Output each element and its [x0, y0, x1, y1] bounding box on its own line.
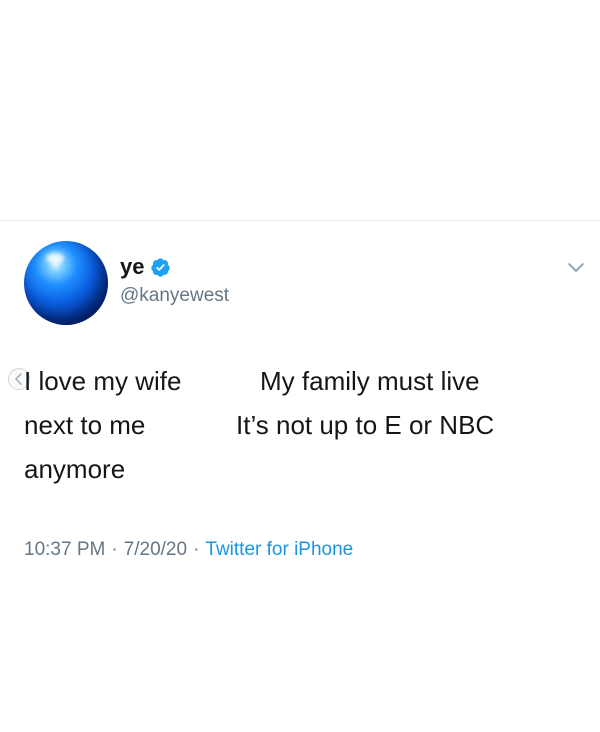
- handle[interactable]: @kanyewest: [120, 285, 229, 307]
- tweet-text-fragment: It’s not up to E or NBC: [236, 410, 495, 440]
- tweet-meta: 10:37 PM · 7/20/20 · Twitter for iPhone: [24, 539, 353, 561]
- meta-separator: ·: [111, 539, 118, 560]
- display-name[interactable]: ye: [120, 254, 144, 280]
- tweet-line: next to me It’s not up to E or NBC: [24, 403, 584, 447]
- tweet-line: anymore: [24, 447, 584, 491]
- tweet-text-fragment: My family must live: [260, 366, 480, 396]
- tweet-source-link[interactable]: Twitter for iPhone: [205, 539, 353, 561]
- meta-separator: ·: [193, 539, 200, 560]
- top-blank-area: [0, 0, 600, 220]
- tweet-time[interactable]: 10:37 PM: [24, 539, 105, 561]
- tweet-date[interactable]: 7/20/20: [124, 539, 187, 561]
- tweet-text-fragment: next to me: [24, 410, 146, 440]
- verified-icon: [151, 257, 171, 277]
- tweet-text: I love my wife My family must live next …: [24, 359, 584, 491]
- tweet-text-fragment: anymore: [24, 454, 126, 484]
- avatar[interactable]: [24, 241, 108, 325]
- tweet-line: I love my wife My family must live: [24, 359, 584, 403]
- tweet-card: ye @kanyewest I love my wife My family m…: [0, 221, 600, 732]
- tweet-text-fragment: I love my wife: [24, 366, 182, 396]
- chevron-down-icon[interactable]: [566, 257, 586, 277]
- name-row: ye: [120, 254, 171, 280]
